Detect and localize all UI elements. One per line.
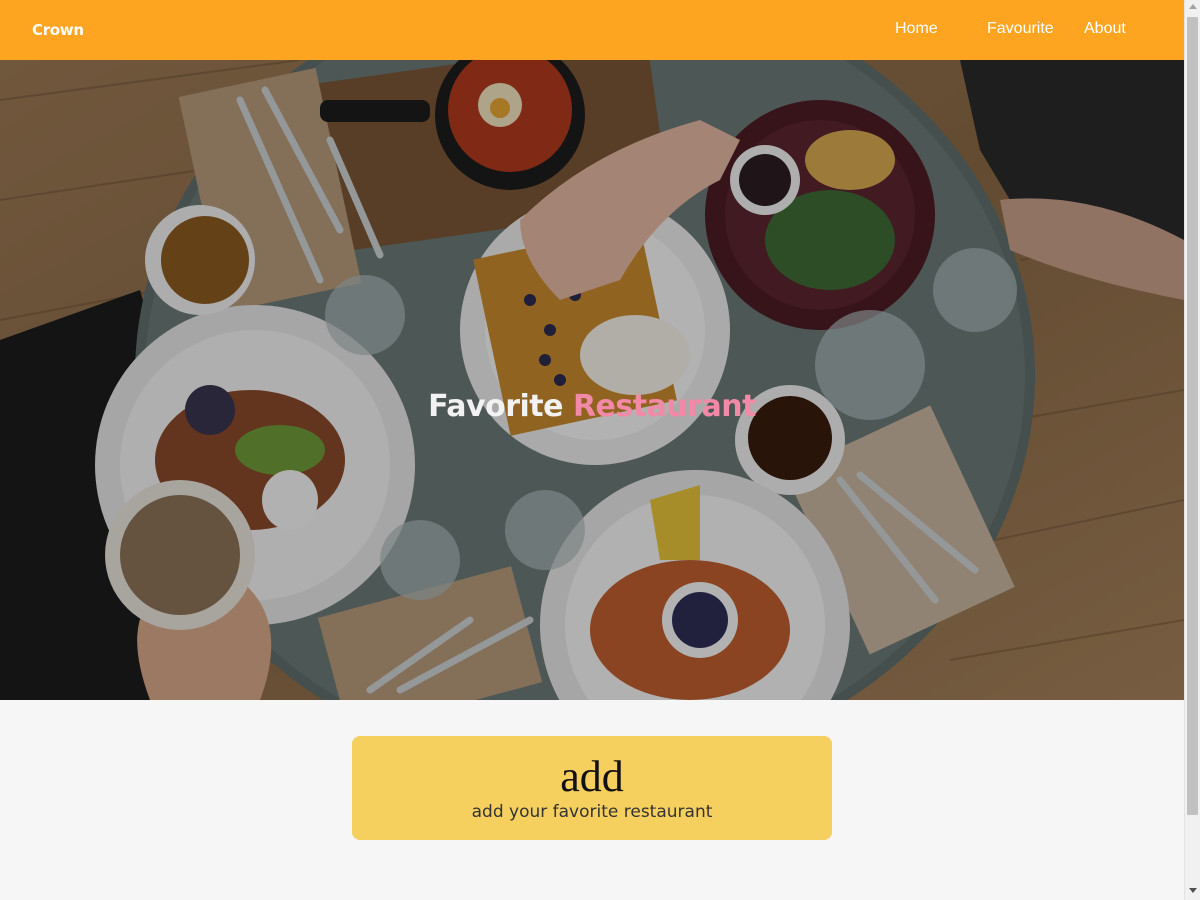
hero-title: Favorite Restaurant [0, 389, 1184, 424]
nav-about-link[interactable]: About [1084, 20, 1126, 42]
hero-title-word-1: Favorite [428, 389, 563, 424]
hero-title-word-2: Restaurant [572, 389, 756, 424]
card-title: add [560, 752, 624, 801]
brand-logo[interactable]: Crown [32, 21, 84, 39]
add-restaurant-card[interactable]: add add your favorite restaurant [352, 736, 832, 840]
hero-food-image [0, 60, 1184, 700]
nav-home-link[interactable]: Home [895, 20, 938, 42]
hero-banner: Favorite Restaurant [0, 60, 1184, 700]
scroll-down-arrow-icon[interactable] [1189, 888, 1197, 893]
top-navbar: Crown Home Favourite About [0, 0, 1184, 60]
scroll-up-arrow-icon[interactable] [1189, 4, 1197, 9]
card-subtitle: add your favorite restaurant [471, 802, 713, 822]
nav-favourite-link[interactable]: Favourite [987, 20, 1054, 42]
scroll-thumb[interactable] [1187, 17, 1198, 815]
vertical-scrollbar[interactable] [1184, 0, 1200, 900]
